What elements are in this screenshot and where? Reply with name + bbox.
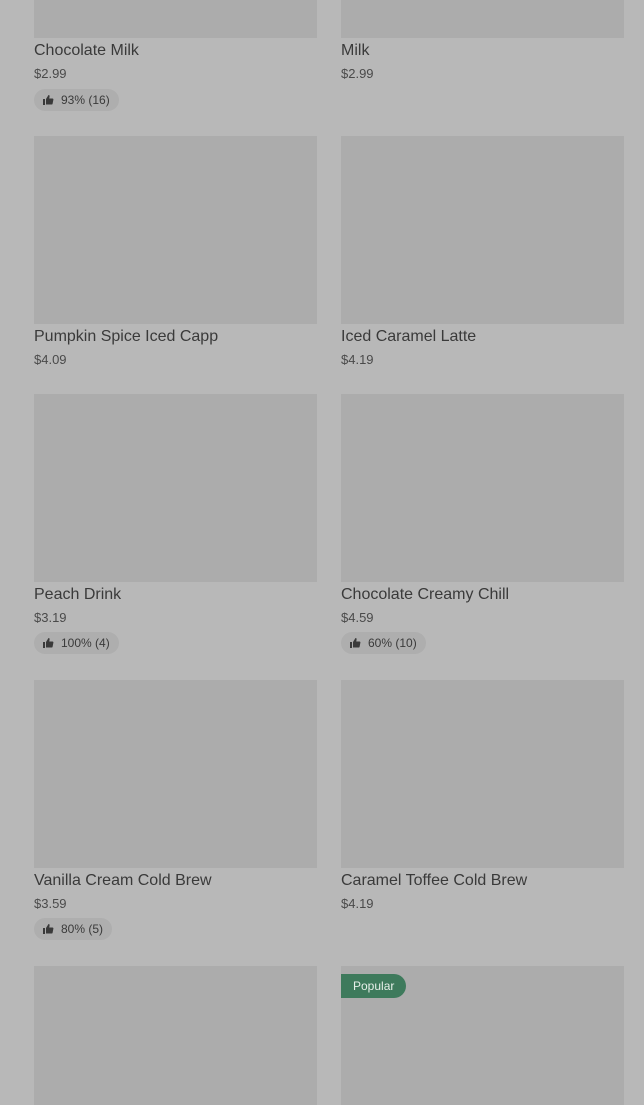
rating-text: 93% (16) [61, 93, 110, 107]
rating-badge: 80% (5) [34, 918, 113, 940]
product-price: $2.99 [34, 66, 67, 81]
product-name[interactable]: Caramel Toffee Cold Brew [341, 871, 631, 891]
product-card-pumpkin-spice-iced-capp[interactable]: Pumpkin Spice Iced Capp $4.09 [34, 136, 317, 376]
product-image[interactable] [34, 966, 317, 1105]
product-price: $4.59 [341, 610, 374, 625]
product-image[interactable] [34, 136, 317, 324]
thumbs-up-icon [42, 637, 54, 649]
product-price: $4.19 [341, 352, 374, 367]
product-image[interactable] [341, 136, 624, 324]
product-image[interactable] [34, 394, 317, 582]
product-card-chocolate-creamy-chill[interactable]: Chocolate Creamy Chill $4.59 60% (10) [341, 394, 624, 659]
product-name[interactable]: Pumpkin Spice Iced Capp [34, 327, 324, 347]
product-card-iced-caramel-latte[interactable]: Iced Caramel Latte $4.19 [341, 136, 624, 376]
product-price: $4.09 [34, 352, 67, 367]
product-card-vanilla-cream-cold-brew[interactable]: Vanilla Cream Cold Brew $3.59 80% (5) [34, 680, 317, 945]
product-card-milk[interactable]: Milk $2.99 [341, 0, 624, 115]
product-price: $3.19 [34, 610, 67, 625]
thumbs-up-icon [42, 94, 54, 106]
product-card-caramel-toffee-cold-brew[interactable]: Caramel Toffee Cold Brew $4.19 [341, 680, 624, 945]
rating-text: 80% (5) [61, 922, 104, 936]
product-name[interactable]: Chocolate Creamy Chill [341, 585, 631, 605]
product-card[interactable]: Popular [341, 966, 624, 1105]
rating-text: 60% (10) [368, 636, 417, 650]
product-name[interactable]: Vanilla Cream Cold Brew [34, 871, 324, 891]
product-name[interactable]: Milk [341, 41, 631, 61]
product-card-chocolate-milk[interactable]: Chocolate Milk $2.99 93% (16) [34, 0, 317, 115]
product-name[interactable]: Peach Drink [34, 585, 324, 605]
rating-badge: 100% (4) [34, 632, 119, 654]
product-image[interactable] [341, 394, 624, 582]
product-image[interactable] [34, 680, 317, 868]
popular-badge: Popular [341, 974, 407, 998]
thumbs-up-icon [42, 923, 54, 935]
product-name[interactable]: Chocolate Milk [34, 41, 324, 61]
product-card-peach-drink[interactable]: Peach Drink $3.19 100% (4) [34, 394, 317, 659]
product-image[interactable] [341, 0, 624, 38]
rating-badge: 60% (10) [341, 632, 426, 654]
product-price: $3.59 [34, 896, 67, 911]
product-image[interactable] [341, 680, 624, 868]
thumbs-up-icon [349, 637, 361, 649]
rating-badge: 93% (16) [34, 89, 119, 111]
rating-text: 100% (4) [61, 636, 110, 650]
product-price: $2.99 [341, 66, 374, 81]
product-name[interactable]: Iced Caramel Latte [341, 327, 631, 347]
product-price: $4.19 [341, 896, 374, 911]
product-image[interactable] [34, 0, 317, 38]
product-card[interactable] [34, 966, 317, 1105]
